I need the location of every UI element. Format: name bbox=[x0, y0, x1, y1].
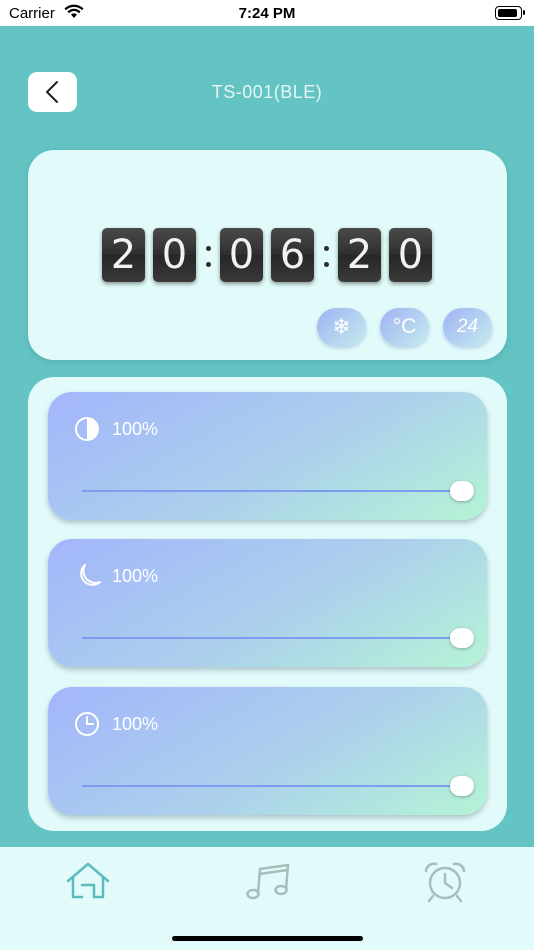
status-time: 7:24 PM bbox=[238, 5, 296, 22]
brightness-slider-panel: 100% bbox=[48, 392, 487, 520]
tab-alarm[interactable] bbox=[416, 859, 476, 903]
home-icon bbox=[66, 862, 110, 899]
tab-home[interactable] bbox=[60, 859, 120, 903]
night-light-slider-panel: 100% bbox=[48, 539, 487, 667]
timer-value: 100% bbox=[112, 714, 159, 734]
alarm-clock-icon bbox=[424, 862, 466, 903]
hour-tens-digit: 2 bbox=[102, 228, 145, 282]
moon-icon bbox=[72, 563, 104, 594]
clock-colon bbox=[319, 234, 333, 276]
minute-tens-digit: 0 bbox=[220, 228, 263, 282]
hour-ones-digit: 0 bbox=[153, 228, 196, 282]
24-hour-button[interactable]: 24 bbox=[443, 308, 492, 346]
brightness-value: 100% bbox=[112, 419, 159, 439]
minute-ones-digit: 6 bbox=[271, 228, 314, 282]
celsius-button[interactable]: °C bbox=[380, 308, 429, 346]
clock-colon bbox=[201, 234, 215, 276]
home-indicator bbox=[172, 936, 363, 941]
clock-card: 2 0 0 6 2 0 ❄ °C 24 bbox=[28, 150, 507, 360]
snowflake-icon: ❄ bbox=[332, 314, 351, 339]
celsius-icon: °C bbox=[392, 315, 417, 338]
tab-music[interactable] bbox=[238, 859, 298, 903]
night-light-knob[interactable] bbox=[450, 628, 474, 648]
timer-track[interactable] bbox=[82, 785, 462, 787]
page-title: TS-001(BLE) bbox=[211, 82, 323, 102]
snowflake-button[interactable]: ❄ bbox=[317, 308, 366, 346]
contrast-icon bbox=[72, 416, 104, 447]
tab-bar bbox=[0, 847, 534, 950]
timer-knob[interactable] bbox=[450, 776, 474, 796]
second-ones-digit: 0 bbox=[389, 228, 432, 282]
music-note-icon bbox=[246, 863, 290, 900]
timer-slider-panel: 100% bbox=[48, 687, 487, 815]
night-light-value: 100% bbox=[112, 566, 159, 586]
brightness-track[interactable] bbox=[82, 490, 462, 492]
brightness-knob[interactable] bbox=[450, 481, 474, 501]
24-hour-icon: 24 bbox=[456, 316, 479, 337]
battery-icon bbox=[495, 6, 525, 20]
night-light-track[interactable] bbox=[82, 637, 462, 639]
second-tens-digit: 2 bbox=[338, 228, 381, 282]
status-bar: Carrier 7:24 PM bbox=[0, 0, 534, 26]
clock-icon bbox=[72, 711, 104, 742]
sliders-card: 100% 100% 100% bbox=[28, 377, 507, 831]
